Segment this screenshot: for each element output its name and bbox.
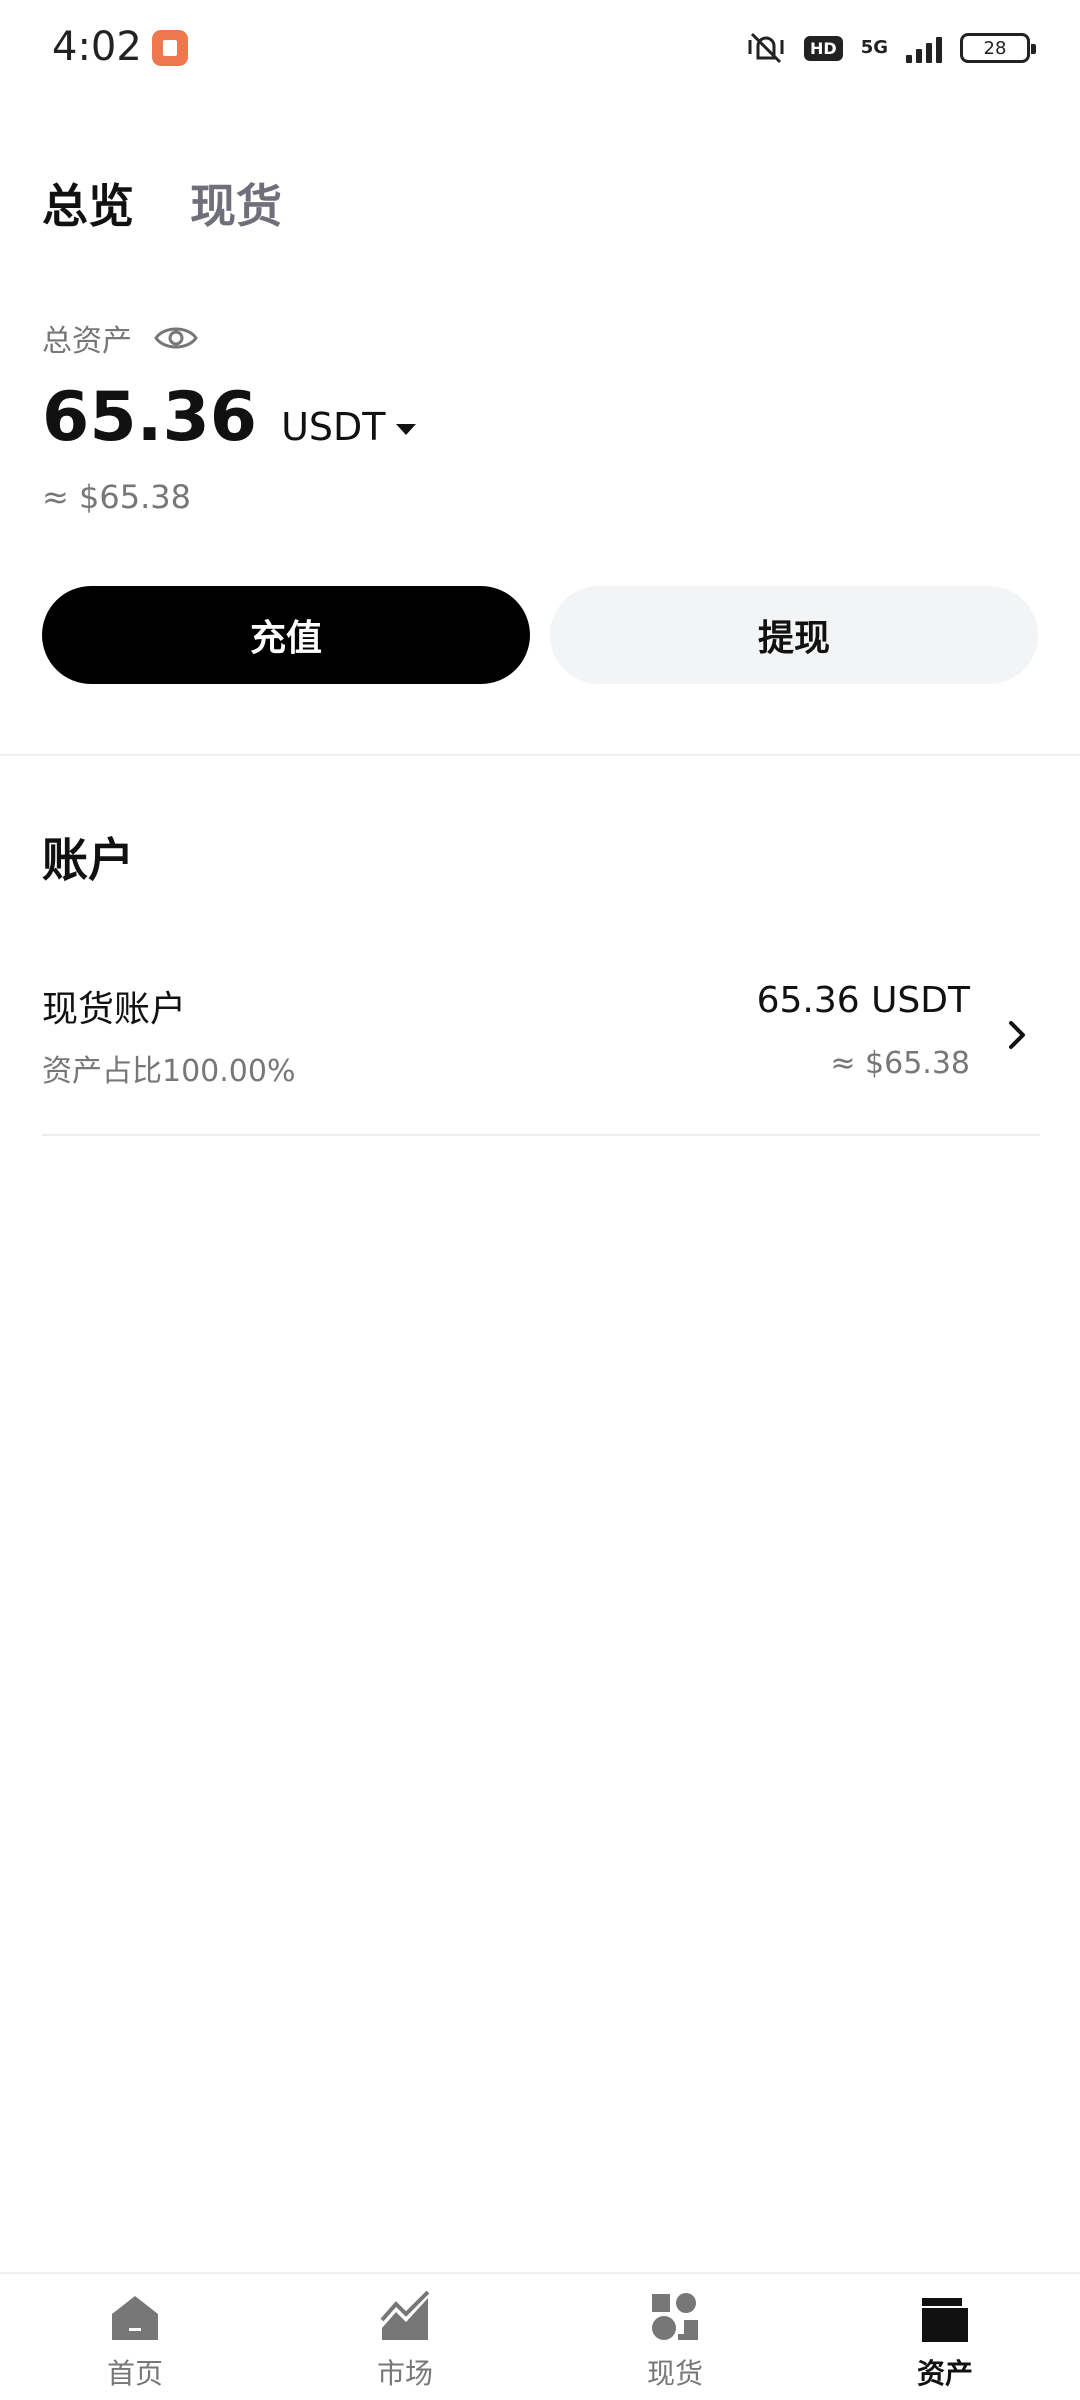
total-assets-usd: ≈ $65.38 (42, 478, 191, 516)
status-time: 4:02 (52, 24, 142, 70)
nav-label-market: 市场 (376, 2357, 433, 2390)
nav-label-home: 首页 (106, 2357, 163, 2390)
status-indicators: HD 5G 28 (746, 28, 1036, 68)
total-assets-header: 总资产 (42, 316, 198, 360)
accounts-title: 账户 (42, 833, 134, 887)
nav-item-spot[interactable]: 现货 (540, 2274, 810, 2400)
chevron-right-icon (1009, 1021, 1025, 1049)
signal-icon (906, 33, 942, 63)
wallet-icon (922, 2298, 968, 2342)
eye-icon[interactable] (154, 324, 198, 352)
network-type: 5G (860, 37, 888, 58)
battery-level: 28 (983, 37, 1007, 59)
account-usd: ≈ $65.38 (830, 1046, 970, 1081)
account-name: 现货账户 (42, 989, 187, 1030)
nav-item-market[interactable]: 市场 (270, 2274, 540, 2400)
deposit-button[interactable]: 充值 (42, 586, 530, 684)
tab-spot[interactable]: 现货 (190, 170, 282, 236)
nav-item-home[interactable]: 首页 (0, 2274, 270, 2400)
account-amount: 65.36 USDT (756, 980, 970, 1021)
nav-label-spot: 现货 (646, 2357, 703, 2390)
hd-badge: HD (804, 35, 843, 61)
section-divider (0, 754, 1080, 756)
currency-selector[interactable]: USDT (281, 405, 416, 449)
total-assets-label: 总资产 (42, 324, 132, 359)
notification-app-icon (152, 30, 188, 66)
bottom-nav: 首页 市场 现货 资产 (0, 2272, 1080, 2400)
top-tabs: 总览 现货 (42, 170, 282, 236)
nav-label-assets: 资产 (916, 2357, 973, 2390)
caret-down-icon (395, 423, 416, 435)
nav-item-assets[interactable]: 资产 (810, 2274, 1080, 2400)
withdraw-button[interactable]: 提现 (550, 586, 1038, 684)
currency-label: USDT (281, 405, 386, 449)
market-chart-icon (380, 2290, 430, 2340)
row-divider (42, 1134, 1040, 1136)
total-assets-amount-row: 65.36 USDT (42, 378, 416, 457)
total-assets-amount: 65.36 (42, 378, 258, 457)
battery-icon: 28 (960, 33, 1036, 63)
account-ratio: 资产占比100.00% (42, 1054, 296, 1089)
mute-vibrate-icon (748, 32, 784, 64)
status-bar: 4:02 HD 5G 28 (0, 0, 1080, 96)
tab-overview[interactable]: 总览 (42, 170, 134, 236)
spot-trade-icon (652, 2293, 698, 2340)
account-row-spot[interactable]: 现货账户 资产占比100.00% 65.36 USDT ≈ $65.38 (42, 976, 1040, 1114)
home-icon (112, 2296, 158, 2340)
